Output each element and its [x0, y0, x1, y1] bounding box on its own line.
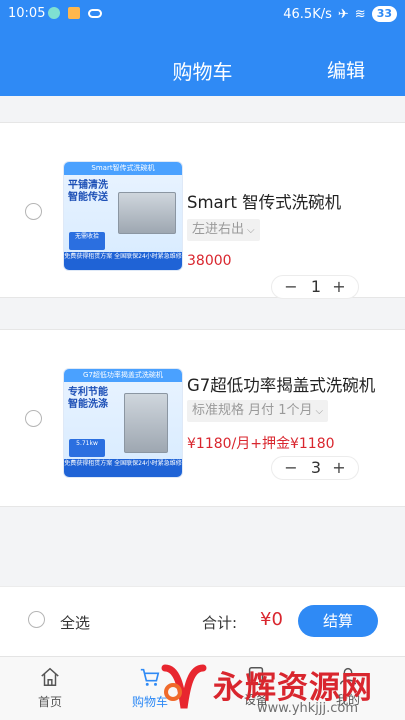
spec-selector[interactable]: 标准规格 月付 1个月 ⌵ — [187, 400, 329, 422]
tab-home[interactable]: 首页 — [20, 665, 80, 710]
image-notification-icon — [68, 7, 80, 19]
thumb-badge: 5.71kw — [69, 439, 105, 457]
quantity-value[interactable]: 1 — [302, 277, 330, 297]
status-bar: 10:05 46.5K/s ✈ ≋ 33 — [0, 0, 405, 28]
quantity-stepper: − 1 + — [271, 275, 359, 299]
status-time: 10:05 — [8, 6, 46, 21]
product-name[interactable]: Smart 智传式洗碗机 — [187, 189, 341, 213]
thumb-badge: 无需收拾 — [69, 232, 105, 250]
cloud-icon — [88, 9, 102, 18]
increase-button[interactable]: + — [328, 277, 350, 297]
status-right: 46.5K/s ✈ ≋ 33 — [283, 6, 397, 22]
total-value: ¥0 — [260, 609, 283, 630]
quantity-value[interactable]: 3 — [302, 458, 330, 478]
item-select-radio[interactable] — [25, 203, 42, 220]
spec-label: 标准规格 月付 1个月 — [192, 403, 313, 418]
product-price: 38000 — [187, 253, 232, 269]
chevron-down-icon: ⌵ — [315, 406, 324, 417]
thumb-headline: 专利节能 智能洗涤 — [68, 387, 108, 410]
watermark: 永辉资源网 www.yhkjjj.com — [155, 656, 405, 720]
cart-list: Smart智传式洗碗机 平铺清洗 智能传送 无需收拾 免费获得租赁方案 全国联保… — [0, 96, 405, 586]
edit-button[interactable]: 编辑 — [327, 56, 365, 83]
header: 购物车 编辑 — [0, 28, 405, 96]
cart-item: Smart智传式洗碗机 平铺清洗 智能传送 无需收拾 免费获得租赁方案 全国联保… — [0, 122, 405, 299]
item-select-radio[interactable] — [25, 410, 42, 427]
network-speed: 46.5K/s — [283, 6, 332, 22]
dishwasher-illustration — [124, 393, 168, 453]
select-all-label[interactable]: 全选 — [60, 612, 90, 633]
house-icon — [41, 667, 59, 686]
product-price: ¥1180/月+押金¥1180 — [187, 436, 335, 452]
airplane-icon: ✈ — [337, 6, 349, 22]
watermark-url: www.yhkjjj.com — [257, 701, 359, 716]
thumb-top-text: G7超低功率揭盖式洗碗机 — [64, 369, 182, 382]
wifi-icon: ≋ — [354, 6, 366, 22]
tab-label: 首页 — [37, 695, 62, 709]
dishwasher-illustration — [118, 192, 176, 234]
decrease-button[interactable]: − — [280, 458, 302, 478]
chevron-down-icon: ⌵ — [247, 225, 255, 236]
watermark-logo-icon — [161, 664, 207, 709]
checkout-button[interactable]: 结算 — [298, 605, 378, 637]
thumb-footer: 免费获得租赁方案 全国联保24小时紧急维修 — [64, 459, 182, 477]
product-image[interactable]: G7超低功率揭盖式洗碗机 专利节能 智能洗涤 5.71kw 免费获得租赁方案 全… — [63, 368, 183, 478]
total-label: 合计: — [202, 614, 238, 632]
decrease-button[interactable]: − — [280, 277, 302, 297]
battery-icon: 33 — [371, 6, 397, 22]
cart-item: G7超低功率揭盖式洗碗机 专利节能 智能洗涤 5.71kw 免费获得租赁方案 全… — [0, 329, 405, 507]
product-name[interactable]: G7超低功率揭盖式洗碗机 — [187, 372, 375, 396]
select-all-radio[interactable] — [28, 611, 45, 628]
product-image[interactable]: Smart智传式洗碗机 平铺清洗 智能传送 无需收拾 免费获得租赁方案 全国联保… — [63, 161, 183, 271]
spec-selector[interactable]: 左进右出 ⌵ — [187, 219, 260, 241]
notification-icons — [48, 7, 102, 19]
quantity-stepper: − 3 + — [271, 456, 359, 480]
checkout-bar: 全选 合计: ¥0 结算 — [0, 586, 405, 656]
thumb-footer: 免费获得租赁方案 全国联保24小时紧急维修 — [64, 252, 182, 270]
spec-label: 左进右出 — [192, 222, 245, 237]
increase-button[interactable]: + — [328, 458, 350, 478]
thumb-headline: 平铺清洗 智能传送 — [68, 180, 108, 203]
thumb-top-text: Smart智传式洗碗机 — [64, 162, 182, 175]
app-notification-icon — [48, 7, 60, 19]
